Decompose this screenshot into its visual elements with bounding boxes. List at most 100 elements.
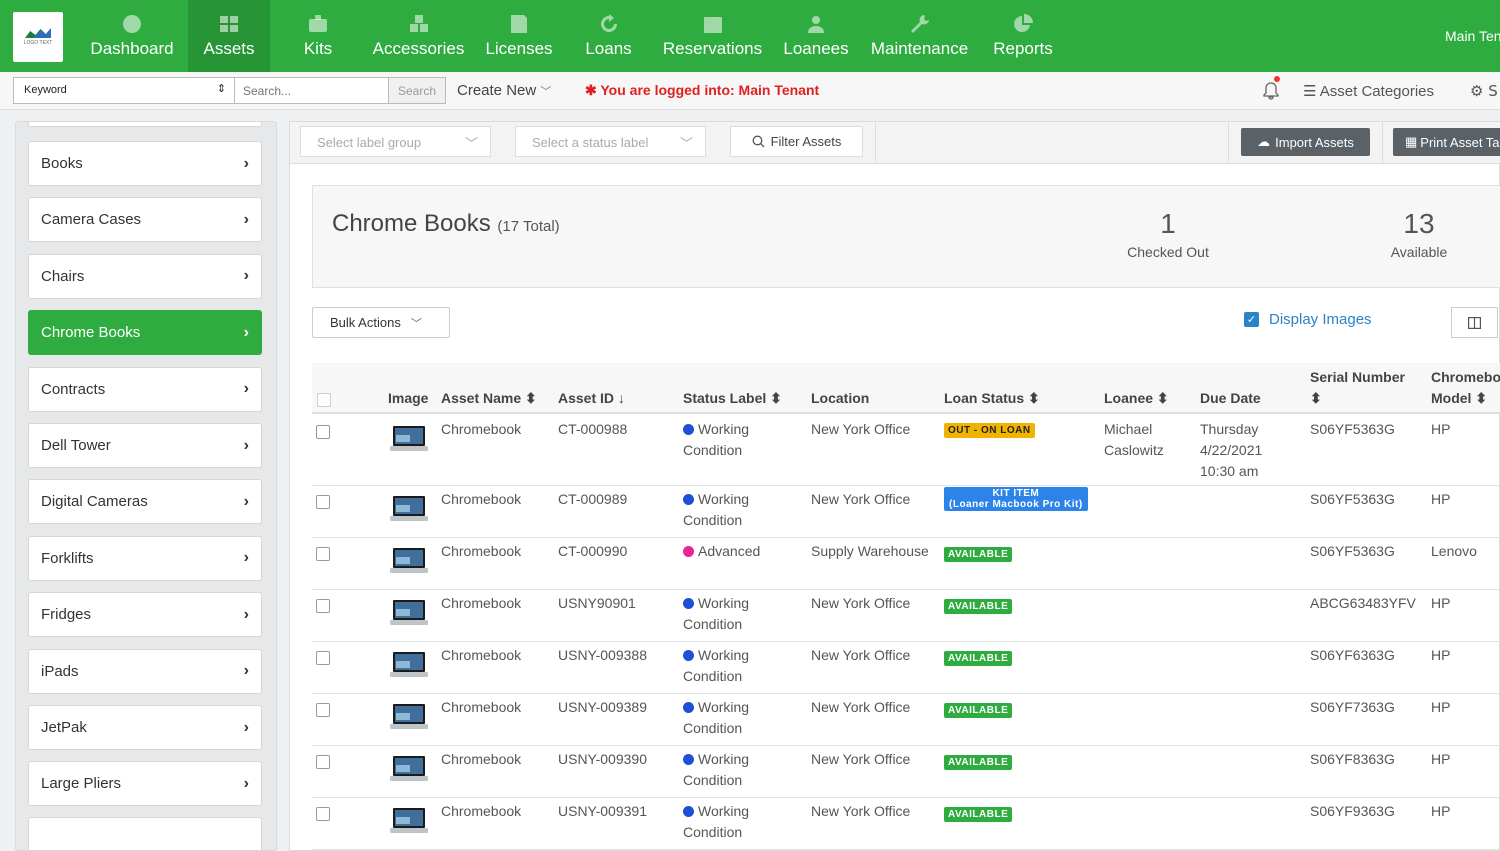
- row-checkbox[interactable]: [316, 495, 330, 509]
- due-date: Thursday 4/22/2021 10:30 am: [1200, 421, 1263, 479]
- logo[interactable]: LOGO TEXT: [13, 12, 63, 62]
- chromebook-thumbnail[interactable]: [390, 599, 428, 626]
- status-dot: [683, 754, 694, 765]
- sidebar-item-chairs[interactable]: Chairs ›: [28, 253, 262, 299]
- table-row[interactable]: Chromebook USNY90901 Working Condition New Y…: [312, 590, 1500, 642]
- table-row[interactable]: Chromebook CT-000989 Working Condition New Y…: [312, 486, 1500, 538]
- palette-icon: [123, 15, 141, 33]
- table-row[interactable]: Chromebook USNY-009391 Working Condition New…: [312, 798, 1500, 850]
- row-checkbox[interactable]: [316, 425, 330, 439]
- col-loanee[interactable]: Loanee ⬍: [1104, 388, 1169, 409]
- bell-icon[interactable]: [1262, 81, 1280, 101]
- col-status-label[interactable]: Status Label ⬍: [683, 388, 782, 409]
- table-row[interactable]: Chromebook CT-000988 Working Condition New Y…: [312, 416, 1500, 486]
- sidebar-item-contracts[interactable]: Contracts ›: [28, 366, 262, 412]
- sidebar-item-large-pliers[interactable]: Large Pliers ›: [28, 761, 262, 807]
- sidebar-item-digital-cameras[interactable]: Digital Cameras ›: [28, 479, 262, 525]
- table-row[interactable]: Chromebook USNY-009390 Working Condition New…: [312, 746, 1500, 798]
- sidebar-item-forklifts[interactable]: Forklifts ›: [28, 535, 262, 581]
- col-chromebook-model[interactable]: Chromebook Model ⬍: [1431, 367, 1500, 409]
- sidebar-item-books[interactable]: Books ›: [28, 141, 262, 186]
- bulk-actions-dropdown[interactable]: Bulk Actions ﹀: [312, 307, 450, 338]
- display-images-toggle[interactable]: ✓ Display Images: [1244, 311, 1372, 328]
- chromebook-thumbnail[interactable]: [390, 703, 428, 730]
- sidebar-item-fridges[interactable]: Fridges ›: [28, 592, 262, 638]
- location: New York Office: [811, 803, 911, 819]
- filter-assets-button[interactable]: Filter Assets: [730, 126, 863, 157]
- asset-name-link[interactable]: Chromebook: [441, 541, 521, 562]
- sidebar-item-label: Dell Tower: [41, 437, 111, 454]
- asset-name-link[interactable]: Chromebook: [441, 593, 521, 614]
- chevron-right-icon: ›: [243, 605, 249, 623]
- asset-name-link[interactable]: Chromebook: [441, 749, 521, 770]
- chevron-right-icon: ›: [243, 718, 249, 736]
- settings-link[interactable]: ⚙ S: [1470, 82, 1498, 100]
- nav-label: Dashboard: [90, 39, 174, 58]
- nav-licenses[interactable]: Licenses: [485, 0, 553, 72]
- sidebar-item-dell-tower[interactable]: Dell Tower ›: [28, 423, 262, 468]
- col-loan-status[interactable]: Loan Status ⬍: [944, 388, 1040, 409]
- nav-loanees[interactable]: Loanees: [781, 0, 851, 72]
- sidebar-item-partial-top[interactable]: [28, 122, 262, 127]
- chevron-down-icon: ﹀: [464, 136, 478, 151]
- col-asset-id[interactable]: Asset ID ↓: [558, 388, 625, 409]
- pie-chart-icon: [1014, 14, 1033, 32]
- asset-name-link[interactable]: Chromebook: [441, 419, 521, 440]
- table-row[interactable]: Chromebook USNY-009388 Working Condition New…: [312, 642, 1500, 694]
- col-asset-name[interactable]: Asset Name ⬍: [441, 388, 537, 409]
- row-checkbox[interactable]: [316, 755, 330, 769]
- loan-status-badge: OUT - ON LOAN: [944, 423, 1035, 438]
- search-input[interactable]: [235, 77, 389, 104]
- chromebook-thumbnail[interactable]: [390, 807, 428, 834]
- loan-status-badge: AVAILABLE: [944, 547, 1013, 562]
- sort-icon: ⬍: [1156, 390, 1169, 406]
- nav-reports[interactable]: Reports: [988, 0, 1058, 72]
- sidebar-item-ipads[interactable]: iPads ›: [28, 648, 262, 694]
- search-type-select[interactable]: Keyword ⇕: [13, 77, 235, 104]
- table-row[interactable]: Chromebook CT-000990 Advanced Supply Wareho…: [312, 538, 1500, 590]
- row-checkbox[interactable]: [316, 807, 330, 821]
- print-asset-tags-button[interactable]: ▦Print Asset Tags: [1393, 128, 1500, 156]
- nav-loans[interactable]: Loans: [573, 0, 644, 72]
- loanee-link[interactable]: Michael Caslowitz: [1104, 419, 1164, 461]
- search-button[interactable]: Search: [389, 77, 446, 104]
- sidebar-item-camera-cases[interactable]: Camera Cases ›: [28, 197, 262, 243]
- sort-icon: ⬍: [525, 390, 537, 406]
- table-row[interactable]: Chromebook USNY-009389 Working Condition New…: [312, 694, 1500, 746]
- sidebar-item-partial-bottom[interactable]: [28, 817, 262, 850]
- row-checkbox[interactable]: [316, 703, 330, 717]
- sidebar-item-jetpak[interactable]: JetPak ›: [28, 705, 262, 750]
- nav-accessories[interactable]: Accessories: [372, 0, 465, 72]
- chromebook-thumbnail[interactable]: [390, 547, 428, 574]
- asset-name-link[interactable]: Chromebook: [441, 489, 521, 510]
- asset-name-link[interactable]: Chromebook: [441, 697, 521, 718]
- nav-assets[interactable]: Assets: [188, 0, 270, 72]
- loan-status-badge: AVAILABLE: [944, 703, 1013, 718]
- kit-item-badge[interactable]: KIT ITEM (Loaner Macbook Pro Kit): [944, 487, 1088, 511]
- nav-maintenance[interactable]: Maintenance: [869, 0, 970, 72]
- asset-name-link[interactable]: Chromebook: [441, 801, 521, 822]
- sidebar-item-chrome-books[interactable]: Chrome Books ›: [28, 310, 262, 356]
- row-checkbox[interactable]: [316, 599, 330, 613]
- chromebook-thumbnail[interactable]: [390, 755, 428, 782]
- nav-kits[interactable]: Kits: [282, 0, 354, 72]
- divider: [1228, 122, 1229, 164]
- label-group-select[interactable]: Select label group ﹀: [300, 126, 491, 157]
- column-toggle-button[interactable]: [1451, 307, 1498, 338]
- nav-reservations[interactable]: Reservations: [662, 0, 763, 72]
- asset-categories-link[interactable]: ☰ Asset Categories: [1303, 82, 1434, 100]
- tenant-menu[interactable]: Main Tenant: [1445, 28, 1500, 44]
- row-checkbox[interactable]: [316, 547, 330, 561]
- chromebook-thumbnail[interactable]: [390, 425, 428, 452]
- select-all-checkbox[interactable]: [317, 393, 331, 407]
- chromebook-thumbnail[interactable]: [390, 495, 428, 522]
- row-checkbox[interactable]: [316, 651, 330, 665]
- col-serial-number[interactable]: Serial Number ⬍: [1310, 367, 1405, 409]
- nav-dashboard[interactable]: Dashboard: [90, 0, 174, 72]
- asset-name-link[interactable]: Chromebook: [441, 645, 521, 666]
- nav-label: Accessories: [372, 39, 465, 58]
- create-new-dropdown[interactable]: Create New ﹀: [457, 82, 551, 99]
- import-assets-button[interactable]: ☁ Import Assets: [1241, 128, 1370, 156]
- chromebook-thumbnail[interactable]: [390, 651, 428, 678]
- status-label-select[interactable]: Select a status label ﹀: [515, 126, 706, 157]
